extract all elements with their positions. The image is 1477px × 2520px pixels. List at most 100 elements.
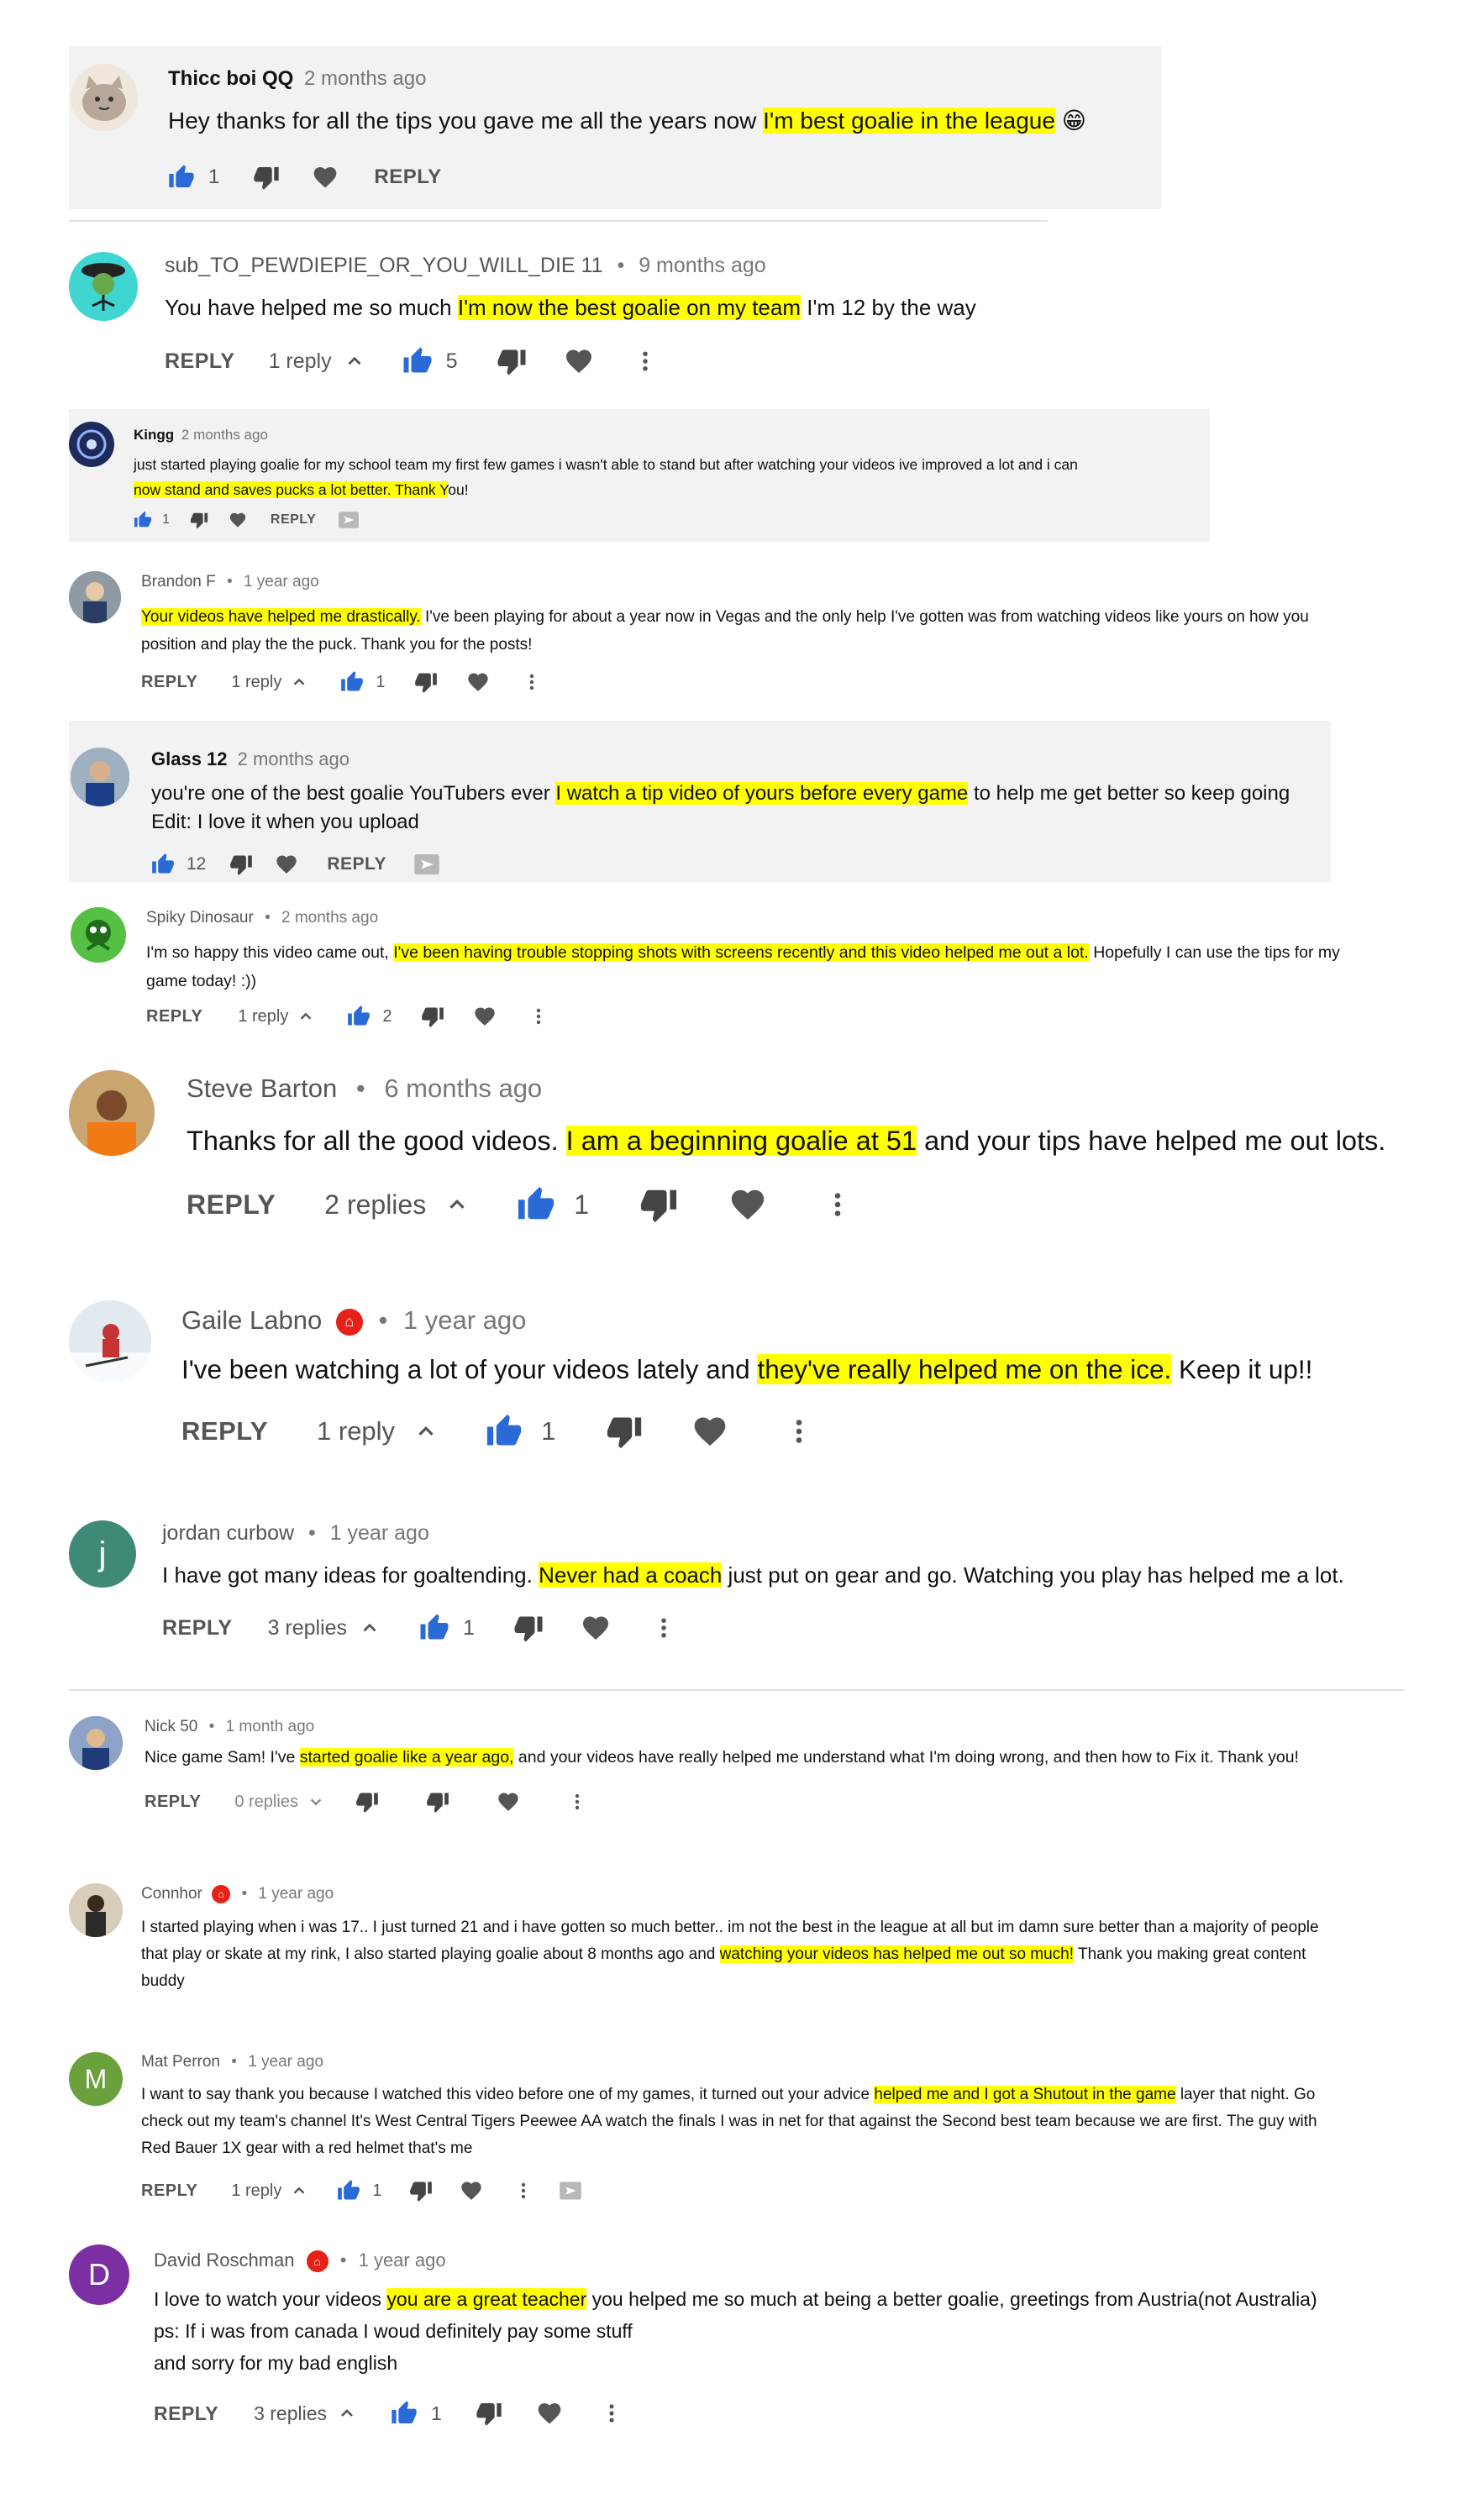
heart-icon[interactable] xyxy=(728,1185,767,1224)
like-icon[interactable] xyxy=(391,2400,418,2427)
like-icon[interactable] xyxy=(517,1185,555,1224)
like-icon[interactable] xyxy=(134,511,152,529)
reply-button[interactable]: REPLY xyxy=(154,2402,218,2425)
view-replies-button[interactable]: 1 reply xyxy=(238,1007,315,1026)
heart-icon[interactable] xyxy=(275,853,298,876)
send-icon[interactable] xyxy=(413,851,440,878)
avatar[interactable] xyxy=(71,64,138,131)
avatar[interactable] xyxy=(69,1716,123,1770)
author-name[interactable]: Mat Perron xyxy=(141,2053,220,2071)
timestamp[interactable]: 6 months ago xyxy=(384,1074,542,1103)
timestamp[interactable]: 1 year ago xyxy=(258,1885,334,1903)
dislike-icon[interactable] xyxy=(606,1413,643,1450)
reply-button[interactable]: REPLY xyxy=(374,165,441,189)
dislike-icon[interactable] xyxy=(639,1185,678,1224)
view-replies-button[interactable]: 1 reply xyxy=(231,2181,308,2201)
author-name[interactable]: Connhor xyxy=(141,1885,202,1903)
view-replies-button[interactable]: 1 reply xyxy=(231,673,308,692)
more-options-icon[interactable] xyxy=(522,672,542,692)
reply-button[interactable]: REPLY xyxy=(145,1793,201,1812)
author-name[interactable]: Kingg xyxy=(134,427,174,443)
reply-button[interactable]: REPLY xyxy=(327,854,386,874)
dislike-icon[interactable] xyxy=(421,1005,444,1028)
avatar[interactable]: M xyxy=(69,2052,123,2106)
author-name[interactable]: Brandon F xyxy=(141,573,216,591)
author-name[interactable]: Gaile Labno xyxy=(181,1305,322,1335)
timestamp[interactable]: 9 months ago xyxy=(639,254,766,277)
like-icon[interactable] xyxy=(340,670,364,694)
more-options-icon[interactable] xyxy=(784,1416,814,1446)
author-name[interactable]: Steve Barton xyxy=(187,1074,337,1103)
reply-button[interactable]: REPLY xyxy=(181,1416,268,1446)
more-options-icon[interactable] xyxy=(823,1189,853,1220)
heart-icon[interactable] xyxy=(466,670,490,694)
timestamp[interactable]: 2 months ago xyxy=(281,909,378,927)
heart-icon[interactable] xyxy=(581,1613,611,1643)
dislike-icon[interactable] xyxy=(253,164,280,191)
more-options-icon[interactable] xyxy=(651,1615,676,1641)
send-icon[interactable] xyxy=(559,2179,582,2202)
heart-icon[interactable] xyxy=(564,346,594,376)
more-options-icon[interactable] xyxy=(513,2181,534,2201)
author-name[interactable]: sub_TO_PEWDIEPIE_OR_YOU_WILL_DIE 11 xyxy=(165,254,603,277)
heart-icon[interactable] xyxy=(312,164,339,191)
dislike-icon[interactable] xyxy=(414,670,438,694)
reply-button[interactable]: REPLY xyxy=(271,512,316,528)
timestamp[interactable]: 1 year ago xyxy=(330,1521,429,1545)
view-replies-button[interactable]: 1 reply xyxy=(269,349,365,374)
reply-button[interactable]: REPLY xyxy=(162,1616,233,1641)
dislike-icon[interactable] xyxy=(513,1613,544,1643)
timestamp[interactable]: 1 year ago xyxy=(248,2053,323,2071)
avatar[interactable] xyxy=(71,907,126,963)
reply-button[interactable]: REPLY xyxy=(165,349,235,374)
avatar[interactable] xyxy=(71,748,129,806)
author-name[interactable]: jordan curbow xyxy=(162,1521,294,1545)
reply-button[interactable]: REPLY xyxy=(141,2181,197,2201)
avatar[interactable] xyxy=(69,1883,123,1937)
avatar[interactable] xyxy=(69,571,121,623)
heart-icon[interactable] xyxy=(497,1790,520,1814)
view-replies-button[interactable]: 3 replies xyxy=(268,1616,381,1641)
view-replies-button[interactable]: 3 replies xyxy=(254,2402,357,2425)
more-options-icon[interactable] xyxy=(528,1006,549,1026)
like-icon[interactable] xyxy=(402,346,433,376)
reply-button[interactable]: REPLY xyxy=(187,1189,276,1221)
like-icon[interactable] xyxy=(347,1005,371,1028)
avatar[interactable] xyxy=(69,422,114,467)
like-icon[interactable] xyxy=(486,1413,523,1450)
heart-icon[interactable] xyxy=(229,511,247,529)
author-name[interactable]: Spiky Dinosaur xyxy=(146,909,254,927)
timestamp[interactable]: 2 months ago xyxy=(304,67,426,90)
avatar[interactable] xyxy=(69,1300,151,1383)
like-icon[interactable] xyxy=(151,853,175,876)
dislike-icon[interactable] xyxy=(409,2179,433,2202)
like-icon[interactable] xyxy=(419,1613,449,1643)
heart-icon[interactable] xyxy=(460,2179,483,2202)
timestamp[interactable]: 2 months ago xyxy=(181,427,268,443)
view-replies-button[interactable]: 1 reply xyxy=(317,1416,439,1446)
more-options-icon[interactable] xyxy=(567,1792,587,1812)
timestamp[interactable]: 2 months ago xyxy=(238,748,350,769)
reply-button[interactable]: REPLY xyxy=(141,673,197,692)
timestamp[interactable]: 1 year ago xyxy=(359,2250,446,2271)
avatar[interactable]: j xyxy=(69,1520,136,1588)
reply-button[interactable]: REPLY xyxy=(146,1007,202,1026)
dislike-icon[interactable] xyxy=(497,346,527,376)
timestamp[interactable]: 1 month ago xyxy=(226,1718,315,1735)
author-name[interactable]: David Roschman xyxy=(154,2250,295,2271)
avatar[interactable] xyxy=(69,252,138,321)
like-icon[interactable] xyxy=(337,2179,360,2202)
author-name[interactable]: Nick 50 xyxy=(145,1718,197,1735)
send-icon[interactable] xyxy=(338,509,360,531)
view-replies-button[interactable]: 2 replies xyxy=(324,1189,470,1221)
timestamp[interactable]: 1 year ago xyxy=(244,573,319,591)
more-options-icon[interactable] xyxy=(600,2402,623,2425)
heart-icon[interactable] xyxy=(473,1005,497,1028)
heart-icon[interactable] xyxy=(691,1413,728,1450)
view-replies-button[interactable]: 0 replies xyxy=(234,1793,325,1812)
dislike-icon[interactable] xyxy=(229,853,253,876)
heart-icon[interactable] xyxy=(536,2400,563,2427)
avatar[interactable] xyxy=(69,1070,155,1156)
author-name[interactable]: Thicc boi QQ xyxy=(168,67,293,90)
dislike-icon[interactable] xyxy=(426,1790,449,1814)
